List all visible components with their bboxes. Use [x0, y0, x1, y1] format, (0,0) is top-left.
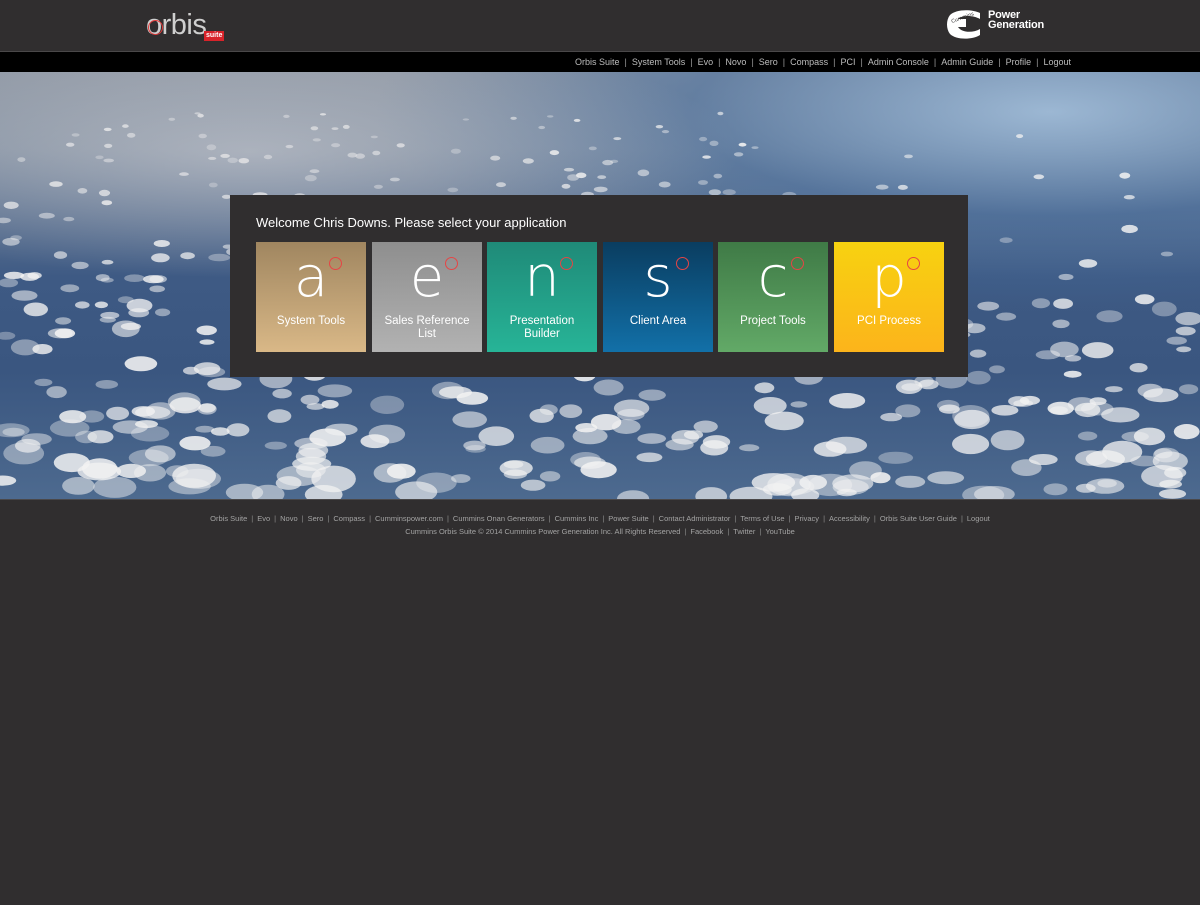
footer-link-power-suite[interactable]: Power Suite [608, 514, 648, 523]
app-tile-project-tools[interactable]: c Project Tools [718, 242, 828, 352]
footer-link-accessibility[interactable]: Accessibility [829, 514, 870, 523]
footer-separator: | [823, 514, 826, 523]
footer-copyright-row: Cummins Orbis Suite © 2014 Cummins Power… [0, 527, 1200, 536]
app-tile-system-tools[interactable]: a System Tools [256, 242, 366, 352]
footer-link-sero[interactable]: Sero [308, 514, 324, 523]
top-nav-separator: | [833, 57, 836, 67]
footer-link-novo[interactable]: Novo [280, 514, 298, 523]
top-nav-bar: Orbis Suite | System Tools | Evo | Novo | Sero | C… [0, 52, 1200, 72]
footer-separator: | [301, 514, 304, 523]
app-tile-label: System Tools [276, 315, 346, 327]
orbis-logo-badge: suite [204, 31, 225, 41]
brand-line-2: Generation [988, 19, 1045, 31]
footer-separator: | [602, 514, 605, 523]
header: orbis suite Cummins Power Generation [0, 0, 1200, 52]
top-nav-link-pci[interactable]: PCI [841, 57, 856, 67]
app-tile-sales-reference-list[interactable]: e Sales Reference List [372, 242, 482, 352]
footer-separator: | [274, 514, 277, 523]
app-tile-letter: p [871, 245, 907, 310]
footer-link-compass[interactable]: Compass [333, 514, 365, 523]
app-tile-ring-icon [445, 257, 458, 270]
top-nav-link-orbis-suite[interactable]: Orbis Suite [575, 57, 620, 67]
footer-separator: | [327, 514, 330, 523]
footer-link-orbis-suite-user-guide[interactable]: Orbis Suite User Guide [880, 514, 957, 523]
cummins-logo-icon: Cummins [947, 10, 980, 39]
app-tile-presentation-builder[interactable]: n Presentation Builder [487, 242, 597, 352]
footer-separator: | [684, 527, 687, 536]
footer-link-logout[interactable]: Logout [967, 514, 990, 523]
top-nav-link-novo[interactable]: Novo [725, 57, 746, 67]
top-nav-separator: | [998, 57, 1001, 67]
top-nav-separator: | [690, 57, 693, 67]
footer-separator: | [734, 514, 737, 523]
copyright-text: Cummins Orbis Suite © 2014 Cummins Power… [405, 527, 681, 536]
top-nav-separator: | [718, 57, 721, 67]
top-nav-separator: | [860, 57, 863, 67]
footer-link-evo[interactable]: Evo [257, 514, 270, 523]
orbis-logo-ring [148, 20, 163, 35]
footer-separator: | [759, 527, 762, 536]
top-nav-link-system-tools[interactable]: System Tools [632, 57, 685, 67]
app-tile-letter: e [409, 245, 445, 310]
footer-link-privacy[interactable]: Privacy [794, 514, 819, 523]
power-generation-brand[interactable]: Cummins Power Generation [946, 9, 1058, 41]
footer: Orbis Suite | Evo | Novo | Sero | Compass | Cummin… [0, 499, 1200, 560]
top-nav-separator: | [782, 57, 786, 67]
footer-separator: | [873, 514, 876, 523]
footer-link-cummins-onan-generators[interactable]: Cummins Onan Generators [453, 514, 545, 523]
top-nav-link-sero[interactable]: Sero [759, 57, 778, 67]
app-tile-label: Project Tools [740, 315, 806, 327]
footer-separator: | [652, 514, 655, 523]
app-selection-panel: Welcome Chris Downs. Please select your … [230, 195, 968, 377]
app-tile-pci-process[interactable]: p PCI Process [834, 242, 944, 352]
top-nav-link-admin-guide[interactable]: Admin Guide [941, 57, 993, 67]
app-tile-label: Sales Reference List [384, 315, 470, 340]
top-nav-link-evo[interactable]: Evo [698, 57, 714, 67]
footer-separator: | [369, 514, 372, 523]
top-nav-separator: | [751, 57, 754, 67]
footer-link-cumminspower-com[interactable]: Cumminspower.com [375, 514, 443, 523]
footer-separator: | [548, 514, 551, 523]
app-tile-letter: c [757, 245, 789, 310]
top-nav-separator: | [624, 57, 627, 67]
top-nav-links: Orbis Suite | System Tools | Evo | Novo | Sero | C… [575, 52, 1071, 72]
top-nav-link-admin-console[interactable]: Admin Console [868, 57, 929, 67]
app-tile-label: Presentation Builder [509, 315, 575, 340]
top-nav-separator: | [1036, 57, 1039, 67]
app-tile-ring-icon [329, 257, 342, 270]
app-tile-label: PCI Process [857, 315, 921, 327]
app-tile-ring-icon [560, 257, 573, 270]
app-tile-client-area[interactable]: s Client Area [603, 242, 713, 352]
app-tile-label: Client Area [629, 315, 687, 327]
footer-link-terms-of-use[interactable]: Terms of Use [740, 514, 784, 523]
footer-link-contact-administrator[interactable]: Contact Administrator [659, 514, 731, 523]
app-tile-letter: s [643, 245, 673, 310]
top-nav-separator: | [933, 57, 937, 67]
footer-links: Orbis Suite | Evo | Novo | Sero | Compass | Cummin… [0, 514, 1200, 523]
power-generation-text: Power Generation [988, 10, 1045, 31]
app-tile-ring-icon [907, 257, 920, 270]
footer-separator: | [788, 514, 791, 523]
app-tile-letter: n [524, 245, 560, 310]
app-tile-letter: a [293, 245, 329, 310]
footer-link-youtube[interactable]: YouTube [765, 527, 794, 536]
top-nav-link-profile[interactable]: Profile [1006, 57, 1032, 67]
welcome-message: Welcome Chris Downs. Please select your … [256, 215, 567, 230]
footer-link-facebook[interactable]: Facebook [690, 527, 723, 536]
app-tile-ring-icon [791, 257, 804, 270]
app-tile-ring-icon [676, 257, 689, 270]
footer-separator: | [727, 527, 730, 536]
footer-separator: | [446, 514, 449, 523]
footer-link-orbis-suite[interactable]: Orbis Suite [210, 514, 247, 523]
footer-link-cummins-inc[interactable]: Cummins Inc [555, 514, 599, 523]
footer-separator: | [960, 514, 963, 523]
footer-link-twitter[interactable]: Twitter [733, 527, 755, 536]
top-nav-link-logout[interactable]: Logout [1043, 57, 1071, 67]
orbis-logo[interactable]: orbis suite [146, 8, 228, 42]
footer-separator: | [251, 514, 254, 523]
top-nav-link-compass[interactable]: Compass [790, 57, 828, 67]
